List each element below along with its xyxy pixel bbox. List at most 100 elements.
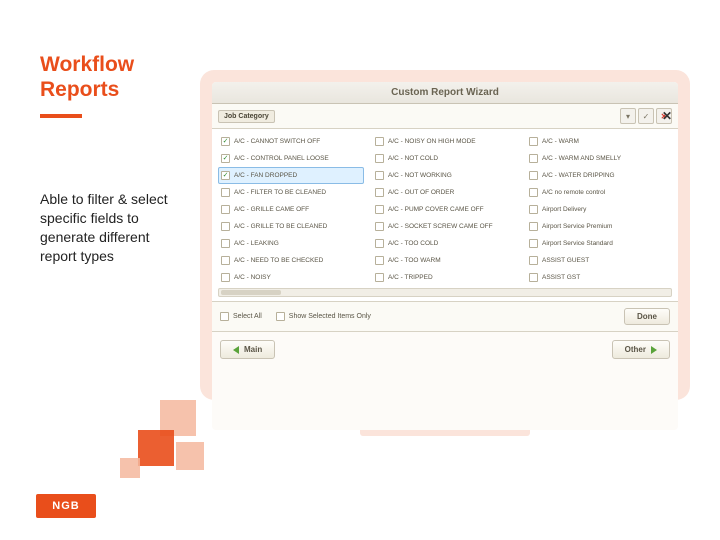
list-item[interactable]: Airport Service Standard [526, 235, 672, 252]
item-checkbox[interactable] [221, 205, 230, 214]
list-item[interactable]: A/C - CANNOT SWITCH OFF [218, 133, 364, 150]
list-item[interactable]: A/C - SOCKET SCREW CAME OFF [372, 218, 518, 235]
item-label: A/C - FAN DROPPED [234, 172, 297, 179]
item-checkbox[interactable] [221, 171, 230, 180]
list-item[interactable]: A/C - TOO COLD [372, 235, 518, 252]
brand-logo: NGB [36, 494, 96, 518]
list-item[interactable]: A/C - GRILLE CAME OFF [218, 201, 364, 218]
wizard-close-button[interactable]: ✕ [662, 109, 672, 123]
list-item[interactable]: A/C - GRILLE TO BE CLEANED [218, 218, 364, 235]
show-selected-label: Show Selected Items Only [289, 313, 371, 320]
select-all-checkbox[interactable] [220, 312, 229, 321]
item-checkbox[interactable] [529, 239, 538, 248]
list-item[interactable]: Airport Delivery [526, 201, 672, 218]
category-chip[interactable]: Job Category [218, 110, 275, 123]
arrow-left-icon [233, 346, 239, 354]
item-label: ASSIST GUEST [542, 257, 589, 264]
item-checkbox[interactable] [529, 154, 538, 163]
wizard-titlebar: Custom Report Wizard [212, 82, 678, 104]
item-checkbox[interactable] [375, 137, 384, 146]
deco-square [120, 458, 140, 478]
show-selected-option[interactable]: Show Selected Items Only [276, 312, 371, 321]
item-label: Airport Service Standard [542, 240, 613, 247]
item-label: A/C - OUT OF ORDER [388, 189, 454, 196]
nav-back-label: Main [244, 345, 262, 354]
item-checkbox[interactable] [221, 137, 230, 146]
item-checkbox[interactable] [529, 137, 538, 146]
list-item[interactable]: A/C no remote control [526, 184, 672, 201]
scrollbar-thumb[interactable] [221, 290, 281, 295]
list-item[interactable]: A/C - LEAKING [218, 235, 364, 252]
items-column: A/C - WARM A/C - WARM AND SMELLY A/C - WAT… [526, 133, 672, 286]
item-checkbox[interactable] [375, 222, 384, 231]
item-checkbox[interactable] [529, 205, 538, 214]
deco-square [160, 400, 196, 436]
list-item[interactable]: A/C - TOO WARM [372, 252, 518, 269]
item-label: A/C - PUMP COVER CAME OFF [388, 206, 484, 213]
item-checkbox[interactable] [375, 239, 384, 248]
wizard-title: Custom Report Wizard [391, 87, 499, 98]
items-columns: A/C - CANNOT SWITCH OFF A/C - CONTROL PAN… [218, 133, 672, 286]
arrow-right-icon [651, 346, 657, 354]
nav-row: Main Other [212, 332, 678, 367]
slide-title: Workflow Reports [40, 52, 134, 102]
category-confirm-button[interactable]: ✓ [638, 108, 654, 124]
category-bar: Job Category ▾ ✓ ✕ ✕ [212, 104, 678, 129]
item-checkbox[interactable] [529, 188, 538, 197]
nav-back-button[interactable]: Main [220, 340, 275, 359]
item-label: A/C no remote control [542, 189, 605, 196]
select-all-option[interactable]: Select All [220, 312, 262, 321]
item-checkbox[interactable] [529, 222, 538, 231]
list-item[interactable]: A/C - FILTER TO BE CLEANED [218, 184, 364, 201]
deco-square [138, 430, 174, 466]
item-checkbox[interactable] [375, 154, 384, 163]
item-label: A/C - TOO WARM [388, 257, 441, 264]
item-checkbox[interactable] [221, 222, 230, 231]
list-item[interactable]: A/C - NEED TO BE CHECKED [218, 252, 364, 269]
item-checkbox[interactable] [375, 205, 384, 214]
nav-next-button[interactable]: Other [612, 340, 670, 359]
item-checkbox[interactable] [221, 188, 230, 197]
select-all-label: Select All [233, 313, 262, 320]
list-item[interactable]: A/C - WARM [526, 133, 672, 150]
list-item[interactable]: A/C - NOISY [218, 269, 364, 286]
items-column: A/C - CANNOT SWITCH OFF A/C - CONTROL PAN… [218, 133, 364, 286]
item-checkbox[interactable] [375, 273, 384, 282]
item-checkbox[interactable] [529, 171, 538, 180]
done-button[interactable]: Done [624, 308, 670, 325]
item-checkbox[interactable] [375, 171, 384, 180]
list-item[interactable]: A/C - WATER DRIPPING [526, 167, 672, 184]
item-label: A/C - CANNOT SWITCH OFF [234, 138, 320, 145]
item-checkbox[interactable] [221, 256, 230, 265]
item-checkbox[interactable] [375, 188, 384, 197]
item-checkbox[interactable] [221, 239, 230, 248]
horizontal-scrollbar[interactable] [218, 288, 672, 297]
list-item[interactable]: A/C - OUT OF ORDER [372, 184, 518, 201]
list-item[interactable]: A/C - TRIPPED [372, 269, 518, 286]
item-checkbox[interactable] [375, 256, 384, 265]
title-underline [40, 114, 82, 118]
item-checkbox[interactable] [529, 273, 538, 282]
item-label: A/C - WATER DRIPPING [542, 172, 615, 179]
brand-logo-text: NGB [52, 500, 79, 512]
item-checkbox[interactable] [529, 256, 538, 265]
item-label: A/C - WARM [542, 138, 579, 145]
list-item[interactable]: ASSIST GST [526, 269, 672, 286]
list-item[interactable]: Airport Service Premium [526, 218, 672, 235]
slide-description: Able to filter & select specific fields … [40, 190, 180, 266]
list-item[interactable]: A/C - CONTROL PANEL LOOSE [218, 150, 364, 167]
item-checkbox[interactable] [221, 154, 230, 163]
list-item[interactable]: ASSIST GUEST [526, 252, 672, 269]
list-item[interactable]: A/C - NOT COLD [372, 150, 518, 167]
list-item[interactable]: A/C - PUMP COVER CAME OFF [372, 201, 518, 218]
list-item[interactable]: A/C - NOISY ON HIGH MODE [372, 133, 518, 150]
items-column: A/C - NOISY ON HIGH MODEA/C - NOT COLDA/… [372, 133, 518, 286]
show-selected-checkbox[interactable] [276, 312, 285, 321]
item-checkbox[interactable] [221, 273, 230, 282]
list-item[interactable]: A/C - FAN DROPPED [218, 167, 364, 184]
item-label: A/C - TRIPPED [388, 274, 433, 281]
category-dropdown-button[interactable]: ▾ [620, 108, 636, 124]
list-item[interactable]: A/C - WARM AND SMELLY [526, 150, 672, 167]
item-label: A/C - SOCKET SCREW CAME OFF [388, 223, 493, 230]
list-item[interactable]: A/C - NOT WORKING [372, 167, 518, 184]
